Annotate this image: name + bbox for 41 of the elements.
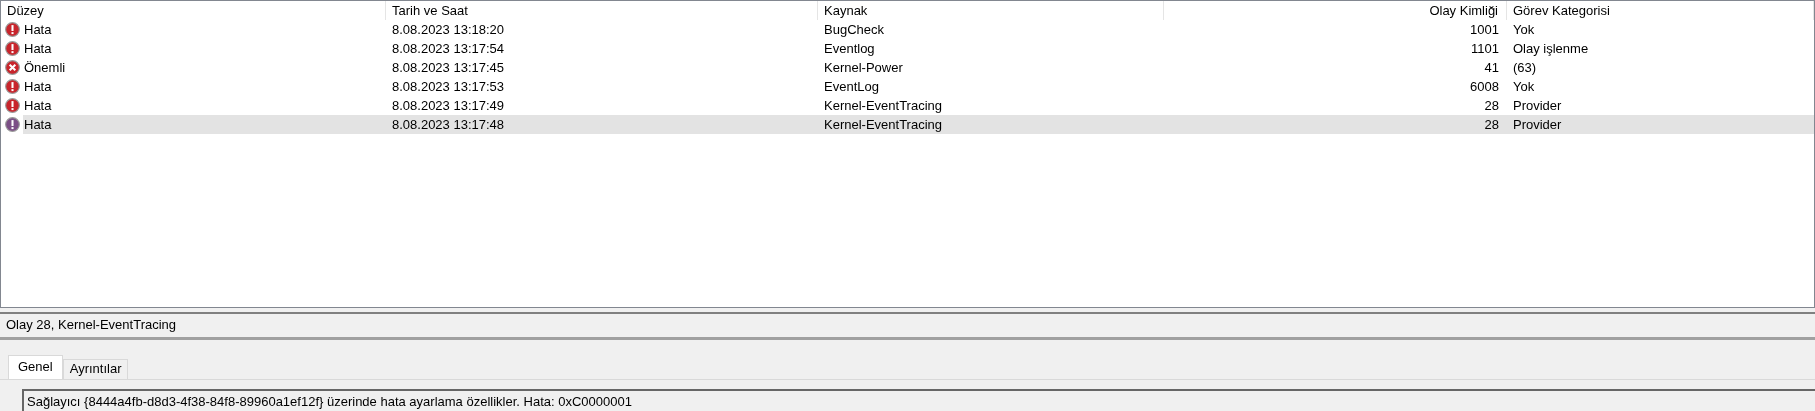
table-cell: 28 — [1484, 97, 1499, 113]
table-cell: Olay işlenme — [1513, 40, 1589, 56]
table-cell: BugCheck — [824, 21, 884, 37]
error-icon — [4, 98, 20, 113]
table-cell: 8.08.2023 13:17:54 — [392, 40, 505, 56]
table-cell: 1001 — [1470, 21, 1499, 37]
tab[interactable]: Genel — [8, 354, 63, 379]
table-cell: 1101 — [1471, 40, 1499, 56]
table-cell: Hata — [24, 116, 52, 132]
table-cell: EventLog — [824, 78, 879, 94]
table-cell: Hata — [24, 40, 52, 56]
table-cell: 6008 — [1470, 78, 1499, 94]
table-cell: 8.08.2023 13:17:45 — [392, 59, 505, 75]
error-icon — [4, 117, 20, 132]
table-cell: Kernel-EventTracing — [824, 116, 942, 132]
error-icon — [4, 79, 20, 94]
detail-title: Olay 28, Kernel-EventTracing — [6, 316, 177, 335]
table-cell: Yok — [1513, 78, 1535, 94]
table-cell: 41 — [1484, 59, 1499, 75]
event-row[interactable]: Hata 8.08.2023 13:17:48 Kernel-EventTracing 28 Provider — [23, 115, 1814, 134]
tab[interactable]: Ayrıntılar — [62, 358, 129, 379]
table-cell: Kernel-Power — [824, 59, 903, 75]
table-cell: 8.08.2023 13:17:49 — [392, 97, 505, 113]
error-icon — [4, 41, 20, 56]
table-cell: (63) — [1513, 59, 1537, 75]
table-cell: Hata — [24, 21, 52, 37]
table-cell: 8.08.2023 13:17:48 — [392, 116, 505, 132]
error-icon — [4, 22, 20, 37]
table-cell: Yok — [1513, 21, 1535, 37]
table-cell: Eventlog — [824, 40, 875, 56]
table-cell: 28 — [1484, 116, 1499, 132]
event-description: Sağlayıcı {8444a4fb-d8d3-4f38-84f8-89960a1ef12f} üzerinde hata ayarlama özellikler. Hata: 0xC0000001 — [27, 393, 632, 409]
table-cell: Hata — [24, 78, 52, 94]
critical-icon — [4, 60, 20, 75]
table-cell: 8.08.2023 13:18:20 — [392, 21, 505, 37]
table-cell: 8.08.2023 13:17:53 — [392, 78, 505, 94]
table-cell: Provider — [1513, 97, 1562, 113]
table-cell: Provider — [1513, 116, 1562, 132]
table-cell: Hata — [24, 97, 52, 113]
table-cell: Kernel-EventTracing — [824, 97, 942, 113]
table-cell: Önemli — [24, 59, 66, 75]
